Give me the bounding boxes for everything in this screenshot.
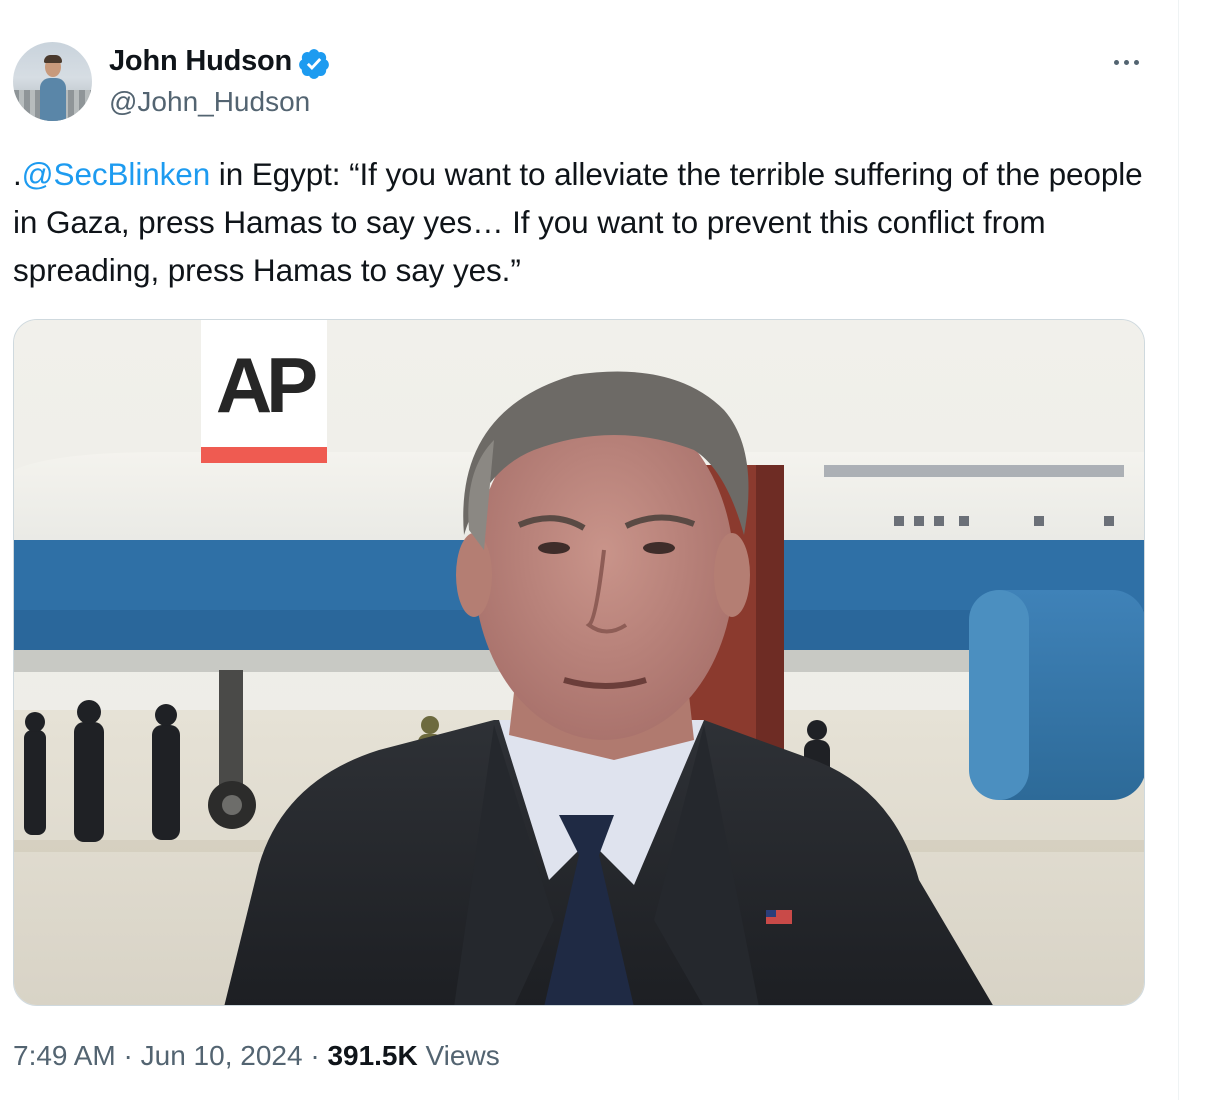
tweet-prefix: . — [13, 156, 22, 192]
dot — [1123, 59, 1129, 65]
dot — [1113, 59, 1119, 65]
tweet-text: .@SecBlinken in Egypt: “If you want to a… — [13, 150, 1163, 294]
ap-watermark-text: AP — [215, 341, 318, 429]
tweet-metadata: 7:49 AM · Jun 10, 2024 · 391.5K Views — [13, 1040, 500, 1072]
views-count[interactable]: 391.5K — [327, 1040, 417, 1071]
meta-separator: · — [115, 1040, 141, 1071]
author-display-name[interactable]: John Hudson — [109, 45, 292, 78]
author-avatar[interactable] — [13, 42, 92, 121]
views-label: Views — [417, 1040, 500, 1071]
video-still-image — [14, 320, 1144, 1005]
verified-badge-icon[interactable] — [297, 47, 331, 81]
author-handle[interactable]: @John_Hudson — [109, 86, 310, 118]
tweet-time[interactable]: 7:49 AM — [13, 1040, 116, 1071]
meta-separator: · — [302, 1040, 328, 1071]
avatar-hair — [44, 55, 62, 63]
more-options-icon[interactable] — [1108, 50, 1144, 74]
tweet-date[interactable]: Jun 10, 2024 — [141, 1040, 303, 1071]
column-divider — [1178, 0, 1179, 1100]
avatar-figure — [40, 78, 66, 121]
mention-link[interactable]: @SecBlinken — [22, 156, 211, 192]
ap-watermark-bar — [201, 447, 327, 463]
ap-watermark-logo: AP — [201, 320, 327, 463]
dot — [1133, 59, 1139, 65]
tweet-media[interactable]: AP — [13, 319, 1145, 1006]
tweet: John Hudson @John_Hudson .@SecBlinken in… — [0, 0, 1178, 1100]
